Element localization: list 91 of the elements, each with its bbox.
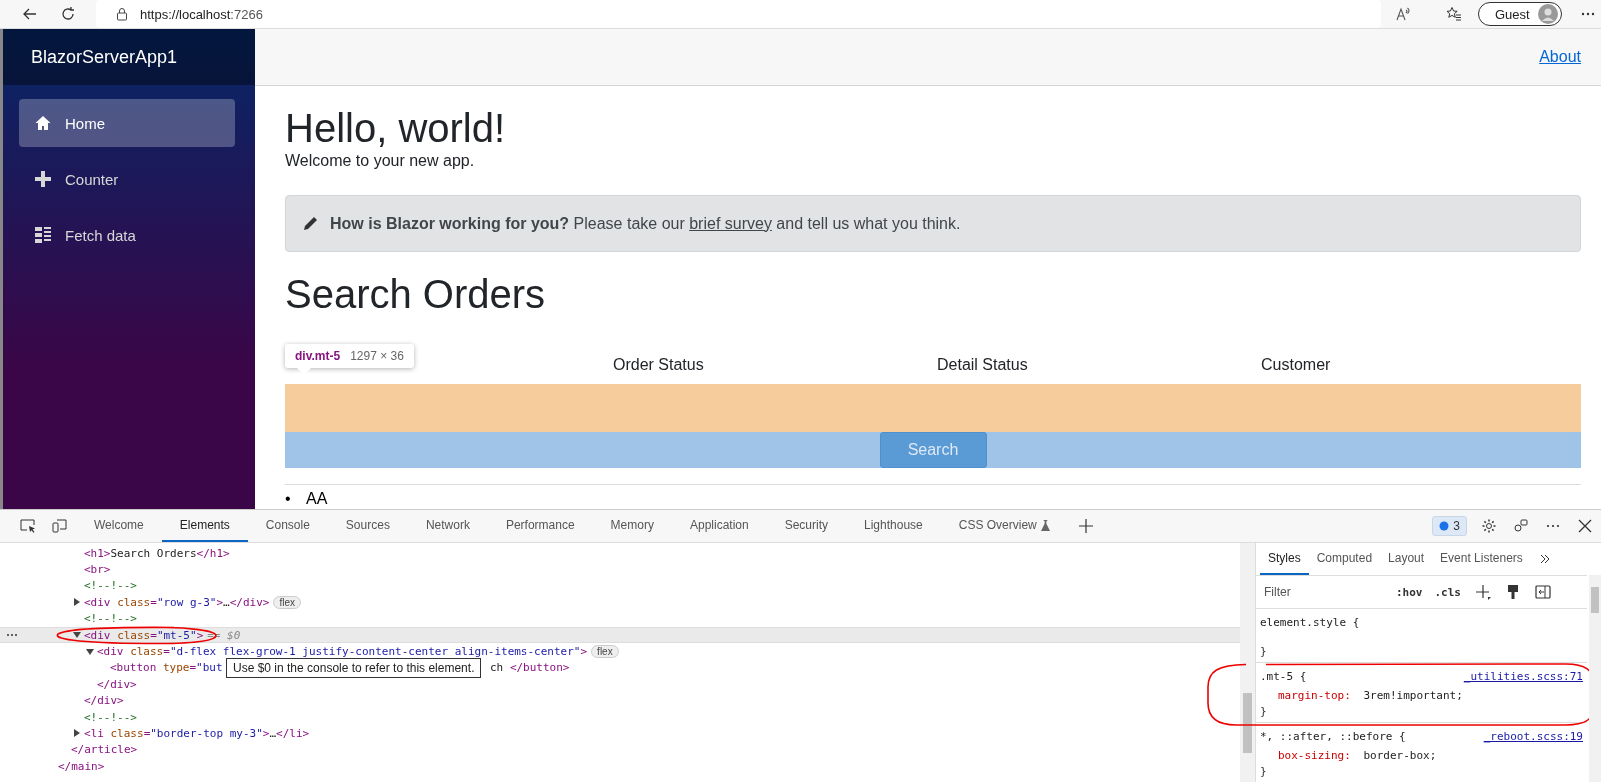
avatar-icon [1537, 4, 1558, 24]
devtools-tab[interactable]: Memory [592, 510, 672, 542]
source-link[interactable]: _utilities.scss:71 [1463, 670, 1583, 683]
class-toggle[interactable]: .cls [1434, 585, 1461, 599]
dom-node[interactable]: </div> [97, 677, 137, 691]
issues-badge[interactable]: 3 [1432, 516, 1467, 536]
inspect-icon[interactable] [20, 518, 36, 534]
dom-node[interactable]: <br> [84, 563, 111, 577]
settings-icon[interactable] [1481, 518, 1497, 534]
css-selector: element.style { [1260, 616, 1360, 629]
nav-item[interactable]: Counter [19, 155, 235, 203]
dom-node[interactable]: <h1>Search Orders</h1> [84, 546, 230, 560]
dom-node[interactable]: <!--!--> [84, 710, 137, 724]
nav-item[interactable]: Home [19, 99, 235, 147]
filter-label: Order Status [613, 356, 704, 373]
scrollbar-thumb[interactable] [1243, 693, 1252, 753]
expand-arrow-icon[interactable] [86, 647, 94, 656]
expand-arrow-icon[interactable] [73, 598, 81, 607]
home-icon [35, 115, 51, 131]
dom-node[interactable]: <div class="d-flex flex-grow-1 justify-content-center align-items-center"> [97, 645, 588, 659]
message-icon [1439, 521, 1450, 531]
section-heading: Search Orders [285, 271, 547, 318]
flask-icon [1040, 519, 1050, 531]
styles-tab[interactable]: Computed [1308, 543, 1381, 575]
scrollbar-thumb[interactable] [1591, 587, 1599, 613]
nav-item[interactable]: Fetch data [19, 211, 235, 259]
list-icon [35, 227, 51, 243]
styles-tab[interactable]: Event Listeners [1432, 543, 1531, 575]
list-item: AA [306, 489, 328, 509]
dom-node[interactable]: ch </button> [490, 661, 570, 675]
dom-node[interactable]: <!--!--> [84, 612, 137, 626]
plus-icon [35, 171, 51, 187]
read-aloud-icon[interactable] [1395, 6, 1411, 22]
dom-node[interactable]: <button type="but [110, 661, 223, 675]
pencil-icon [302, 215, 318, 232]
dom-node[interactable]: <!--!--> [84, 579, 137, 593]
styles-tab[interactable]: Layout [1380, 543, 1433, 575]
css-declaration[interactable]: box-sizing: border-box; [1260, 745, 1583, 765]
devtools-tab[interactable]: CSS Overview [940, 510, 1068, 542]
close-icon[interactable] [1577, 518, 1593, 534]
back-icon[interactable] [22, 6, 38, 22]
devtools-tab[interactable]: Elements [161, 510, 248, 542]
css-declaration[interactable]: margin-top: 3rem!important; [1260, 685, 1583, 705]
lock-icon [116, 7, 128, 21]
devtools-tab[interactable]: Performance [487, 510, 593, 542]
dom-node[interactable]: </article> [71, 743, 138, 757]
dom-node[interactable]: <div class="row g-3">…</div> [84, 595, 270, 609]
hover-toggle[interactable]: :hov [1396, 585, 1423, 599]
closing-brace: } [1260, 765, 1268, 779]
closing-brace: } [1260, 705, 1268, 719]
selected-dom-node[interactable]: <div class="mt-5"> [84, 628, 204, 642]
devtools-tab[interactable]: Network [407, 510, 488, 542]
bullet: • [285, 489, 292, 509]
styles-tab[interactable]: Styles [1260, 543, 1309, 575]
devtools-tab[interactable]: Security [766, 510, 847, 542]
sidebar-toggle-icon[interactable] [1535, 584, 1551, 600]
expand-arrow-icon[interactable] [73, 631, 81, 640]
refresh-icon[interactable] [60, 6, 76, 22]
plus-icon[interactable] [1475, 584, 1491, 600]
survey-link[interactable]: brief survey [689, 214, 772, 232]
page-heading: Hello, world! [285, 105, 507, 152]
filter-label: Detail Status [937, 356, 1028, 373]
devtools-tab[interactable]: Sources [327, 510, 408, 542]
devtools-tab[interactable]: Lighthouse [846, 510, 941, 542]
more-icon[interactable] [6, 633, 18, 638]
dom-node[interactable]: </div> [84, 694, 124, 708]
dom-node[interactable]: </main> [58, 759, 105, 773]
paint-icon[interactable] [1505, 584, 1521, 600]
expand-arrow-icon[interactable] [73, 729, 81, 738]
welcome-text: Welcome to your new app. [285, 152, 476, 170]
css-selector: *, ::after, ::before { [1260, 730, 1406, 743]
customize-icon[interactable] [1513, 518, 1529, 534]
devtools-tab[interactable]: Welcome [76, 510, 162, 542]
dom-node[interactable]: <li class="border-top my-3">…</li> [84, 727, 310, 740]
closing-brace: } [1260, 645, 1268, 659]
chevron-icon[interactable] [1538, 553, 1551, 565]
filter-label: Customer [1261, 356, 1331, 373]
add-tab-icon[interactable] [1077, 518, 1094, 534]
layout-badge[interactable]: flex [591, 645, 619, 659]
favorites-icon[interactable] [1446, 6, 1462, 22]
css-selector: .mt-5 { [1260, 670, 1307, 683]
tooltip: Use $0 in the console to refer to this element. [226, 657, 482, 678]
profile-button[interactable]: Guest [1478, 2, 1562, 26]
devtools-tab[interactable]: Application [671, 510, 767, 542]
device-icon[interactable] [52, 518, 68, 534]
devtools-tab[interactable]: Console [247, 510, 328, 542]
about-link[interactable]: About [1539, 48, 1581, 66]
source-link[interactable]: _reboot.scss:19 [1483, 730, 1583, 743]
address-bar[interactable]: https://localhost:7266 [96, 0, 1381, 28]
layout-badge[interactable]: flex [273, 595, 302, 609]
survey-prompt: How is Blazor working for you? Please take our brief survey and tell us what you think. [330, 214, 961, 233]
